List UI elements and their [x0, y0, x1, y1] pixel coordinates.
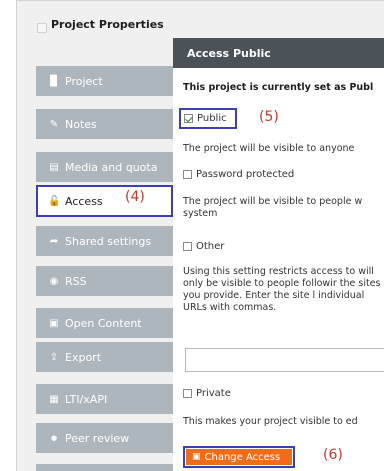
sidebar-item-label: Peer review — [65, 431, 130, 445]
sidebar-item-more[interactable] — [36, 464, 173, 471]
sidebar-item-shared-settings[interactable]: ➦ Shared settings — [36, 226, 173, 256]
sidebar-item-label: Open Content — [65, 316, 142, 330]
public-description: The project will be visible to anyone — [183, 143, 355, 154]
unlock-icon: 🔓 — [48, 195, 61, 207]
sidebar-item-label: Shared settings — [65, 234, 152, 248]
open-content-icon: ▣ — [49, 317, 59, 329]
public-option[interactable]: Public — [179, 108, 237, 129]
password-option[interactable]: Password protected — [183, 169, 294, 180]
public-label: Public — [197, 113, 227, 124]
sidebar-item-label: RSS — [65, 274, 87, 288]
window-checkbox[interactable] — [37, 23, 47, 33]
other-checkbox[interactable] — [183, 242, 192, 251]
window-title: Project Properties — [51, 18, 164, 31]
sidebar-item-notes[interactable]: ✎ Notes — [36, 109, 173, 139]
other-option[interactable]: Other — [183, 241, 224, 252]
private-description: This makes your project visible to ed — [183, 416, 358, 427]
password-checkbox[interactable] — [183, 170, 192, 179]
media-icon: ▤ — [49, 161, 59, 173]
other-description: Using this setting restricts access to w… — [183, 266, 381, 313]
edit-icon: ✎ — [49, 118, 59, 130]
password-label: Password protected — [196, 169, 295, 180]
sidebar-item-open-content[interactable]: ▣ Open Content — [36, 308, 173, 338]
sidebar-item-access[interactable]: 🔓 Access — [36, 185, 173, 217]
access-panel: Access Public This project is currently … — [173, 38, 384, 471]
private-label: Private — [196, 388, 231, 399]
private-option[interactable]: Private — [183, 388, 231, 399]
sidebar-item-label: Media and quota — [65, 160, 158, 174]
chat-icon: ● — [50, 434, 58, 442]
site-url-input[interactable] — [185, 348, 384, 372]
rss-icon: ◉ — [49, 275, 59, 287]
share-icon: ➦ — [49, 235, 59, 247]
sidebar-item-label: LTI/xAPI — [65, 392, 108, 406]
change-access-button[interactable]: ▣ Change Access — [186, 449, 292, 465]
save-icon: ▣ — [192, 452, 201, 462]
sidebar-item-label: Notes — [65, 117, 97, 131]
callout-change: (6) — [323, 447, 343, 463]
callout-public: (5) — [259, 109, 279, 125]
lti-icon: ▦ — [49, 393, 59, 405]
window-header: Project Properties — [17, 1, 384, 39]
sidebar-item-label: Access — [65, 194, 103, 208]
panel-title: Access Public — [173, 38, 384, 68]
sidebar-item-label: Project — [65, 74, 103, 88]
change-access-label: Change Access — [204, 451, 281, 463]
public-checkbox[interactable] — [184, 114, 193, 123]
sidebar-item-media-and-quota[interactable]: ▤ Media and quota — [36, 152, 173, 182]
sidebar-item-export[interactable]: ⇪ Export — [36, 342, 173, 372]
sidebar-item-project[interactable]: ▉ Project — [36, 66, 173, 96]
other-label: Other — [196, 241, 225, 252]
sidebar-item-peer-review[interactable]: ● Peer review — [36, 423, 173, 453]
sidebar-item-rss[interactable]: ◉ RSS — [36, 266, 173, 296]
access-status-text: This project is currently set as Publ — [183, 82, 374, 93]
password-description: The project will be visible to people w … — [183, 196, 363, 219]
sidebar-item-label: Export — [65, 350, 102, 364]
sidebar-item-lti-xapi[interactable]: ▦ LTI/xAPI — [36, 384, 173, 414]
change-access-highlight: ▣ Change Access — [183, 446, 295, 468]
document-icon: ▉ — [50, 75, 58, 87]
private-checkbox[interactable] — [183, 389, 192, 398]
callout-access: (4) — [125, 189, 145, 205]
export-icon: ⇪ — [49, 351, 59, 363]
